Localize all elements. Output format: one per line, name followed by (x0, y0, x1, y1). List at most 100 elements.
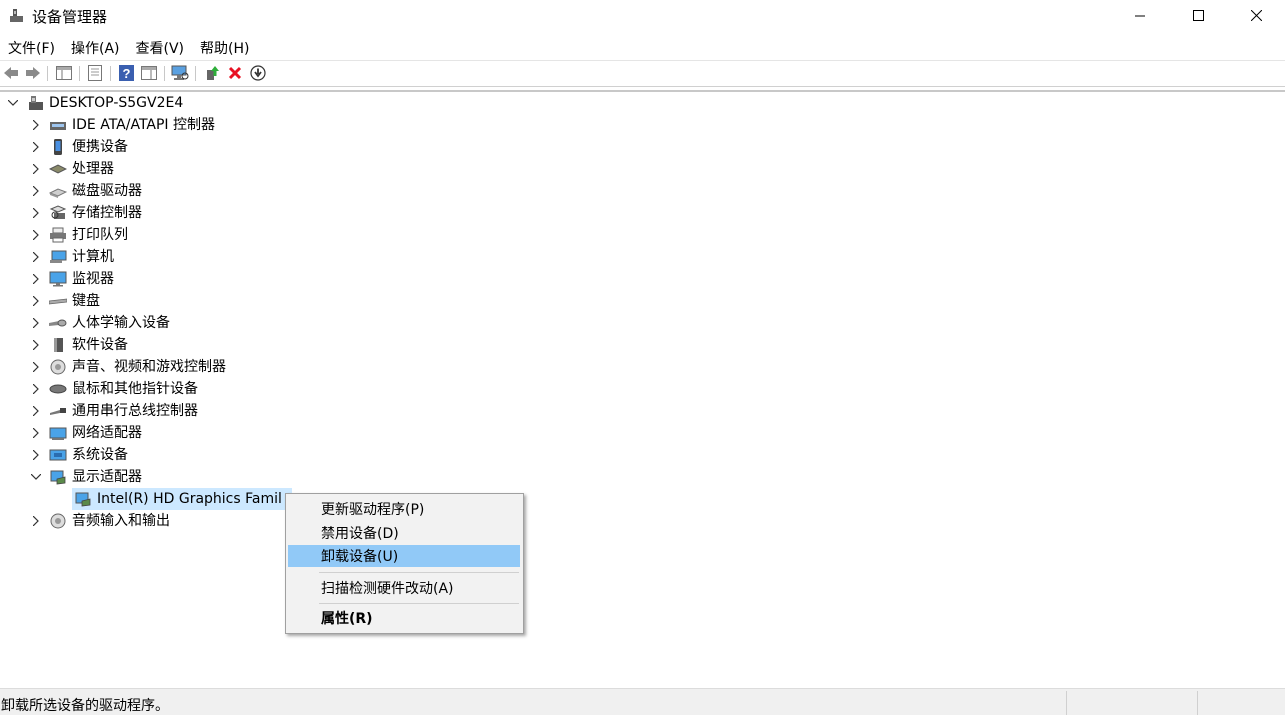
tree-category[interactable]: 监视器 (29, 268, 114, 290)
disk-drive-icon (49, 182, 67, 200)
menu-item-update-driver[interactable]: 更新驱动程序(P) (288, 498, 520, 520)
tree-category[interactable]: 系统设备 (29, 444, 128, 466)
tree-category-label: 存储控制器 (72, 205, 142, 221)
menu-item-scan-hardware[interactable]: 扫描检测硬件改动(A) (288, 577, 520, 599)
tree-category-label: 音频输入和输出 (72, 513, 170, 529)
toolbar-separator (195, 66, 196, 81)
show-hide-console-tree-icon[interactable] (55, 64, 73, 82)
close-button[interactable] (1227, 0, 1285, 31)
tree-category[interactable]: 存储控制器 (29, 202, 142, 224)
tree-category[interactable]: 软件设备 (29, 334, 128, 356)
tree-category[interactable]: 网络适配器 (29, 422, 142, 444)
tree-category-label: IDE ATA/ATAPI 控制器 (72, 117, 216, 133)
chevron-right-icon[interactable] (29, 316, 43, 330)
device-manager-icon (8, 7, 25, 24)
chevron-right-icon[interactable] (29, 140, 43, 154)
tree-category[interactable]: 键盘 (29, 290, 100, 312)
menu-file[interactable]: 文件(F) (0, 36, 63, 58)
computer-icon (26, 94, 44, 112)
tree-category-label: 处理器 (72, 161, 114, 177)
tree-root[interactable]: DESKTOP-S5GV2E4 (6, 92, 183, 114)
download-driver-icon[interactable] (249, 64, 267, 82)
chevron-right-icon[interactable] (29, 294, 43, 308)
toolbar-divider (0, 86, 1285, 87)
tree-category-label: 人体学输入设备 (72, 315, 170, 331)
tree-category[interactable]: 鼠标和其他指针设备 (29, 378, 198, 400)
tree-category-label: 显示适配器 (72, 469, 142, 485)
chevron-right-icon[interactable] (29, 514, 43, 528)
tree-device-selected[interactable]: Intel(R) HD Graphics Famil (72, 488, 292, 510)
chevron-right-icon[interactable] (29, 338, 43, 352)
chevron-right-icon[interactable] (29, 118, 43, 132)
menu-divider (0, 60, 1285, 61)
usb-controller-icon (49, 402, 67, 420)
tree-category-label: 通用串行总线控制器 (72, 403, 198, 419)
menu-item-uninstall-device[interactable]: 卸载设备(U) (288, 545, 520, 567)
chevron-right-icon[interactable] (29, 184, 43, 198)
help-icon[interactable]: ? (117, 64, 135, 82)
menu-action[interactable]: 操作(A) (63, 36, 128, 58)
window-title: 设备管理器 (32, 8, 108, 26)
properties-icon[interactable] (86, 64, 104, 82)
tree-category-label: 磁盘驱动器 (72, 183, 142, 199)
chevron-right-icon[interactable] (29, 162, 43, 176)
tree-category-label: 便携设备 (72, 139, 128, 155)
chevron-right-icon[interactable] (29, 228, 43, 242)
chevron-right-icon[interactable] (29, 448, 43, 462)
tree-category[interactable]: 人体学输入设备 (29, 312, 170, 334)
update-driver-icon[interactable] (203, 64, 221, 82)
tree-category[interactable]: 通用串行总线控制器 (29, 400, 198, 422)
tree-category-expanded[interactable]: 显示适配器 (29, 466, 142, 488)
menu-view[interactable]: 查看(V) (128, 36, 193, 58)
tree-category-label: 声音、视频和游戏控制器 (72, 359, 226, 375)
network-adapter-icon (49, 424, 67, 442)
display-adapter-icon (49, 468, 67, 486)
keyboard-icon (49, 292, 67, 310)
tree-device-label: Intel(R) HD Graphics Famil (97, 488, 292, 510)
display-adapter-icon (72, 488, 97, 510)
chevron-right-icon[interactable] (29, 250, 43, 264)
chevron-right-icon[interactable] (29, 404, 43, 418)
toolbar-separator (47, 66, 48, 81)
tree-category-label: 监视器 (72, 271, 114, 287)
chevron-right-icon[interactable] (29, 272, 43, 286)
toolbar-separator (164, 66, 165, 81)
sound-controller-icon (49, 358, 67, 376)
chevron-right-icon[interactable] (29, 206, 43, 220)
tree-category-label: 网络适配器 (72, 425, 142, 441)
print-queue-icon (49, 226, 67, 244)
tree-category-label: 计算机 (72, 249, 114, 265)
tree-category[interactable]: 声音、视频和游戏控制器 (29, 356, 226, 378)
status-divider (1066, 691, 1067, 715)
back-arrow-icon[interactable] (2, 64, 20, 82)
maximize-button[interactable] (1169, 0, 1227, 31)
chevron-down-icon[interactable] (29, 470, 43, 484)
forward-arrow-icon[interactable] (24, 64, 42, 82)
scan-hardware-icon[interactable] (171, 64, 189, 82)
tree-category[interactable]: 计算机 (29, 246, 114, 268)
menu-item-properties[interactable]: 属性(R) (288, 607, 520, 629)
chevron-right-icon[interactable] (29, 360, 43, 374)
menu-help[interactable]: 帮助(H) (192, 36, 257, 58)
toolbar: ? (0, 62, 1285, 84)
tree-category[interactable]: 音频输入和输出 (29, 510, 170, 532)
system-device-icon (49, 446, 67, 464)
tree-category-label: 键盘 (72, 293, 100, 309)
menu-separator (319, 572, 519, 573)
chevron-down-icon[interactable] (6, 96, 20, 110)
tree-category[interactable]: 便携设备 (29, 136, 128, 158)
tree-category[interactable]: 打印队列 (29, 224, 128, 246)
chevron-right-icon[interactable] (29, 426, 43, 440)
tree-category[interactable]: IDE ATA/ATAPI 控制器 (29, 114, 215, 136)
minimize-button[interactable] (1111, 0, 1169, 31)
context-menu: 更新驱动程序(P) 禁用设备(D) 卸载设备(U) 扫描检测硬件改动(A) 属性… (285, 493, 524, 634)
chevron-right-icon[interactable] (29, 382, 43, 396)
tree-category[interactable]: 磁盘驱动器 (29, 180, 142, 202)
uninstall-icon[interactable] (226, 64, 244, 82)
title-bar: 设备管理器 (0, 0, 1285, 31)
tree-category[interactable]: 处理器 (29, 158, 114, 180)
computer-icon (49, 248, 67, 266)
hid-icon (49, 314, 67, 332)
menu-item-disable-device[interactable]: 禁用设备(D) (288, 522, 520, 544)
action-pane-icon[interactable] (140, 64, 158, 82)
